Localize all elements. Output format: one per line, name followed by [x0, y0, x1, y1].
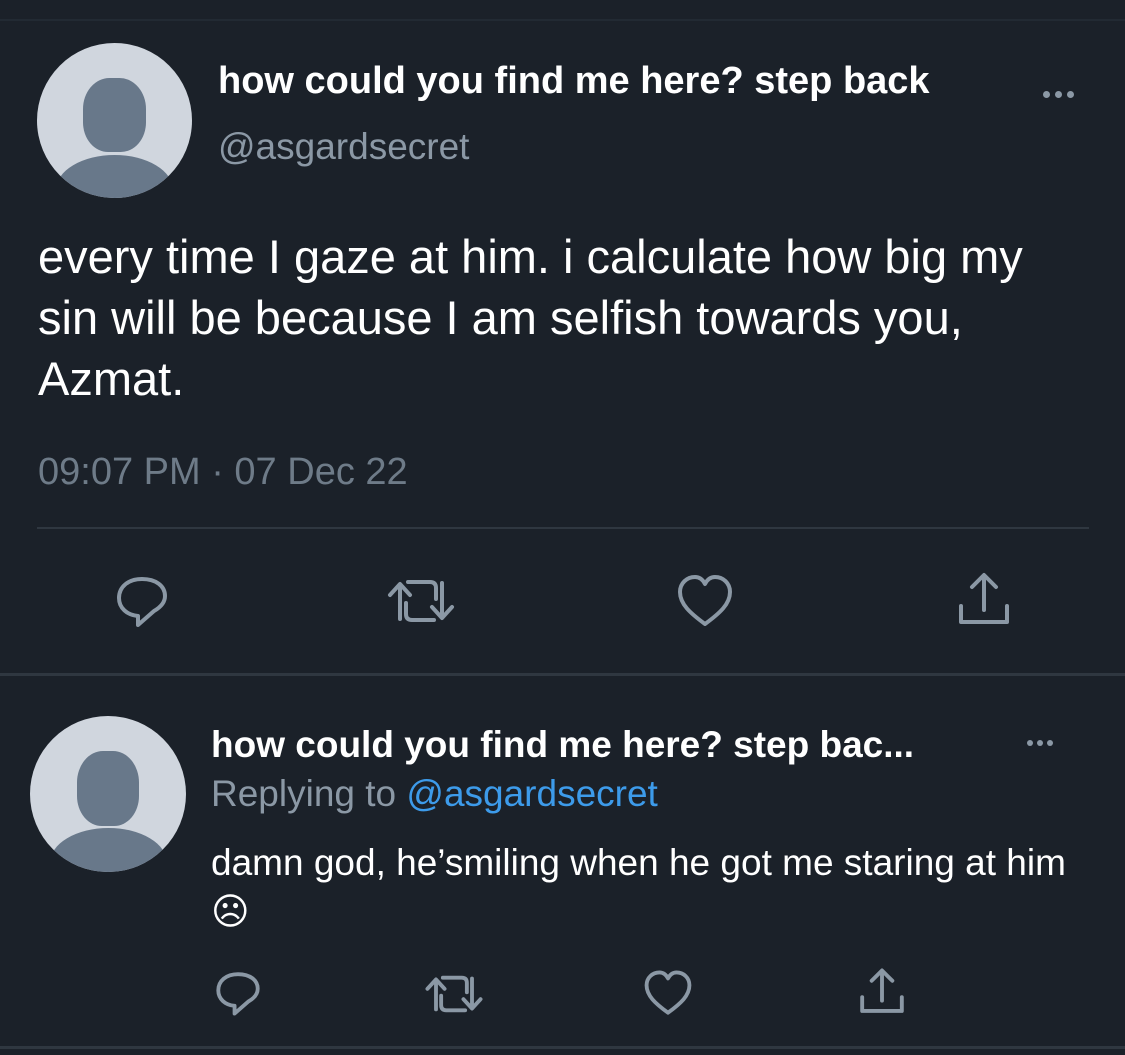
tweet-divider	[37, 527, 1089, 529]
like-button[interactable]	[676, 573, 734, 629]
replying-to-line: Replying to @asgardsecret	[211, 773, 658, 815]
reply-share-button[interactable]	[857, 966, 907, 1018]
retweet-icon	[388, 580, 454, 622]
more-options-button[interactable]	[1043, 91, 1074, 98]
reply-button[interactable]	[114, 573, 170, 629]
reply-retweet-button[interactable]	[424, 970, 484, 1018]
share-icon	[959, 573, 1009, 624]
reply-reply-button[interactable]	[214, 969, 262, 1017]
avatar-head-shape	[83, 78, 146, 152]
share-button[interactable]	[955, 570, 1013, 630]
avatar-body-shape	[50, 828, 167, 872]
reply-more-options-button[interactable]	[1027, 740, 1053, 746]
tweet-text: every time I gaze at him. i calculate ho…	[38, 230, 1023, 405]
more-dot	[1037, 740, 1043, 746]
author-display-name[interactable]: how could you find me here? step back	[218, 60, 1018, 103]
reply-icon	[117, 577, 167, 627]
bottom-divider	[0, 1046, 1125, 1049]
reply-like-button[interactable]	[643, 969, 693, 1017]
more-dot	[1047, 740, 1053, 746]
avatar-head-shape	[77, 751, 139, 826]
retweet-icon	[425, 975, 483, 1013]
replying-to-mention[interactable]: @asgardsecret	[406, 773, 657, 814]
share-icon	[860, 968, 904, 1013]
author-handle[interactable]: @asgardsecret	[218, 126, 469, 168]
thread-divider	[0, 673, 1125, 676]
like-icon	[644, 970, 692, 1015]
tweet-thread-screen: how could you find me here? step back @a…	[0, 0, 1125, 1055]
replying-to-label: Replying to	[211, 773, 397, 814]
more-dot	[1055, 91, 1062, 98]
tweet-timestamp[interactable]: 09:07 PM · 07 Dec 22	[38, 451, 408, 494]
avatar[interactable]	[37, 43, 192, 198]
top-divider	[0, 19, 1125, 21]
reply-tweet-text: damn god, he’smiling when he got me star…	[211, 842, 1066, 932]
more-dot	[1067, 91, 1074, 98]
like-icon	[678, 575, 732, 626]
avatar-body-shape	[56, 155, 173, 198]
more-horizontal-icon	[1027, 740, 1033, 746]
reply-icon	[216, 972, 260, 1016]
reply-avatar[interactable]	[30, 716, 186, 872]
more-horizontal-icon	[1043, 91, 1050, 98]
retweet-button[interactable]	[386, 573, 456, 629]
reply-author-display-name[interactable]: how could you find me here? step bac...	[211, 724, 1011, 766]
